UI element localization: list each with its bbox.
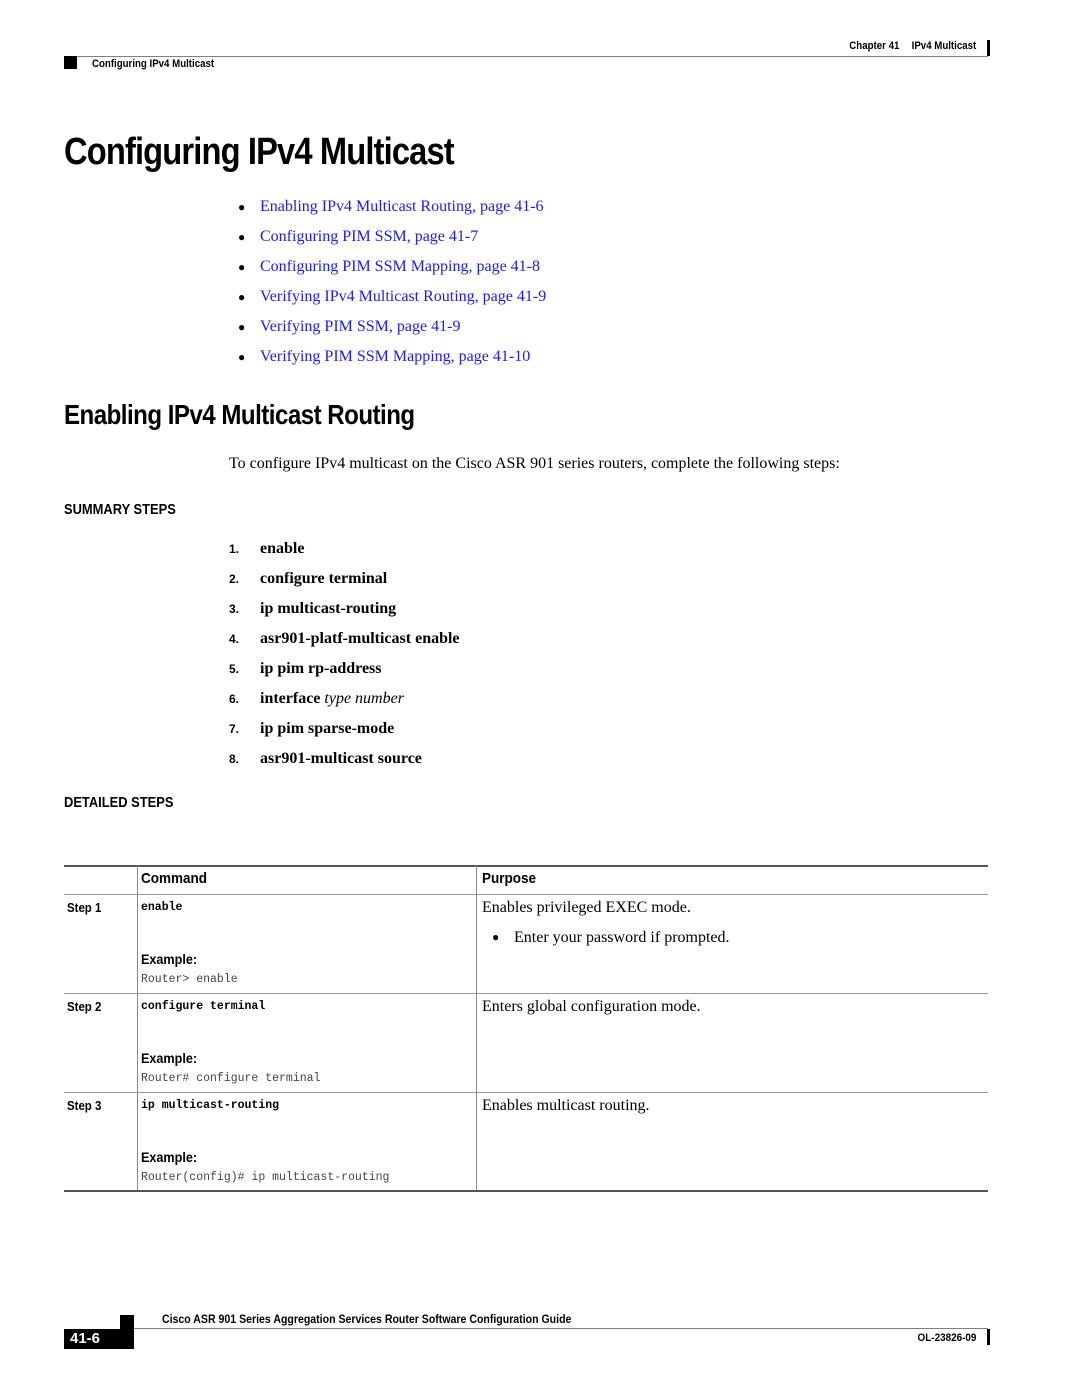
section-intro: To configure IPv4 multicast on the Cisco…	[229, 455, 840, 472]
step-number: 1.	[229, 542, 240, 556]
toc-list: ● Enabling IPv4 Multicast Routing, page 4…	[238, 192, 546, 372]
header-section: Configuring IPv4 Multicast	[92, 58, 215, 70]
example-code: Router# configure terminal	[141, 1072, 321, 1085]
example-label: Example:	[141, 951, 198, 967]
header-square-marker	[64, 56, 77, 69]
purpose-bullet-text: Enter your password if prompted.	[514, 929, 730, 946]
command-text: ip multicast-routing	[141, 1099, 280, 1112]
table-bottom-rule	[64, 1190, 988, 1192]
header-chapter-label: Chapter 41	[849, 40, 900, 52]
step-command: asr901-platf-multicast enable	[260, 630, 460, 647]
example-label: Example:	[141, 1050, 198, 1066]
header-bar-marker	[987, 40, 990, 56]
bullet-icon: ●	[238, 199, 246, 214]
purpose-text: Enables multicast routing.	[482, 1097, 650, 1114]
footer-guide-title: Cisco ASR 901 Series Aggregation Service…	[162, 1312, 572, 1326]
step-command: configure terminal	[260, 570, 388, 587]
example-label: Example:	[141, 1149, 198, 1165]
step-command: ip pim sparse-mode	[260, 720, 395, 737]
summary-step: 6. interface type number	[229, 684, 460, 714]
toc-link[interactable]: Verifying IPv4 Multicast Routing, page 4…	[260, 288, 546, 306]
table-column-divider	[137, 865, 138, 1191]
step-label: Step 1	[67, 900, 102, 915]
toc-item: ● Configuring PIM SSM Mapping, page 41-8	[238, 252, 546, 282]
header-chapter: Chapter 41 IPv4 Multicast	[837, 40, 976, 52]
header-chapter-title: IPv4 Multicast	[911, 40, 976, 52]
summary-step: 2. configure terminal	[229, 564, 460, 594]
step-command: ip pim rp-address	[260, 660, 382, 677]
table-header-purpose: Purpose	[482, 870, 537, 887]
toc-item: ● Verifying PIM SSM Mapping, page 41-10	[238, 342, 546, 372]
footer-rule	[134, 1328, 988, 1329]
summary-step: 8. asr901-multicast source	[229, 744, 460, 774]
footer-bar-marker	[987, 1329, 990, 1345]
bullet-icon: ●	[238, 349, 246, 364]
toc-link[interactable]: Configuring PIM SSM, page 41-7	[260, 228, 478, 246]
example-code: Router> enable	[141, 973, 238, 986]
step-command: ip multicast-routing	[260, 600, 397, 617]
table-column-divider	[476, 865, 477, 1191]
footer-square-marker	[120, 1315, 134, 1329]
table-top-rule	[64, 865, 988, 867]
step-label: Step 2	[67, 999, 102, 1014]
purpose-text: Enables privileged EXEC mode.	[482, 899, 691, 916]
toc-link[interactable]: Enabling IPv4 Multicast Routing, page 41…	[260, 198, 544, 216]
bullet-icon: ●	[238, 259, 246, 274]
summary-step: 5. ip pim rp-address	[229, 654, 460, 684]
toc-link[interactable]: Configuring PIM SSM Mapping, page 41-8	[260, 258, 540, 276]
step-number: 6.	[229, 692, 240, 706]
summary-step: 3. ip multicast-routing	[229, 594, 460, 624]
purpose-text: Enters global configuration mode.	[482, 998, 701, 1015]
purpose-bullet: ● Enter your password if prompted.	[492, 929, 730, 947]
step-command: interface	[260, 690, 321, 707]
footer-page-number: 41-6	[64, 1329, 134, 1349]
table-header-rule	[64, 894, 988, 895]
step-number: 7.	[229, 722, 240, 736]
summary-steps-heading: SUMMARY STEPS	[64, 501, 176, 518]
step-command: asr901-multicast source	[260, 750, 422, 767]
toc-item: ● Verifying IPv4 Multicast Routing, page …	[238, 282, 546, 312]
summary-steps-list: 1. enable 2. configure terminal 3. ip multi…	[229, 534, 460, 774]
table-row-rule	[64, 1092, 988, 1093]
example-code: Router(config)# ip multicast-routing	[141, 1171, 390, 1184]
page-title: Configuring IPv4 Multicast	[64, 131, 455, 173]
summary-step: 7. ip pim sparse-mode	[229, 714, 460, 744]
header-rule	[64, 56, 988, 57]
bullet-icon: ●	[238, 319, 246, 334]
footer-doc-number: OL-23826-09	[917, 1332, 976, 1344]
toc-item: ● Configuring PIM SSM, page 41-7	[238, 222, 546, 252]
bullet-icon: ●	[492, 930, 500, 944]
step-number: 5.	[229, 662, 240, 676]
toc-link[interactable]: Verifying PIM SSM Mapping, page 41-10	[260, 348, 530, 366]
step-label: Step 3	[67, 1098, 102, 1113]
command-text: enable	[141, 901, 183, 914]
step-command: enable	[260, 540, 305, 557]
detailed-steps-heading: DETAILED STEPS	[64, 794, 174, 811]
step-argument: type number	[324, 690, 404, 707]
summary-step: 1. enable	[229, 534, 460, 564]
table-header-command: Command	[141, 870, 208, 887]
step-number: 2.	[229, 572, 240, 586]
toc-item: ● Enabling IPv4 Multicast Routing, page 4…	[238, 192, 546, 222]
bullet-icon: ●	[238, 289, 246, 304]
bullet-icon: ●	[238, 229, 246, 244]
summary-step: 4. asr901-platf-multicast enable	[229, 624, 460, 654]
toc-link[interactable]: Verifying PIM SSM, page 41-9	[260, 318, 460, 336]
command-text: configure terminal	[141, 1000, 266, 1013]
toc-item: ● Verifying PIM SSM, page 41-9	[238, 312, 546, 342]
section-title: Enabling IPv4 Multicast Routing	[64, 399, 415, 430]
table-row-rule	[64, 993, 988, 994]
step-number: 3.	[229, 602, 240, 616]
step-number: 4.	[229, 632, 240, 646]
step-number: 8.	[229, 752, 240, 766]
